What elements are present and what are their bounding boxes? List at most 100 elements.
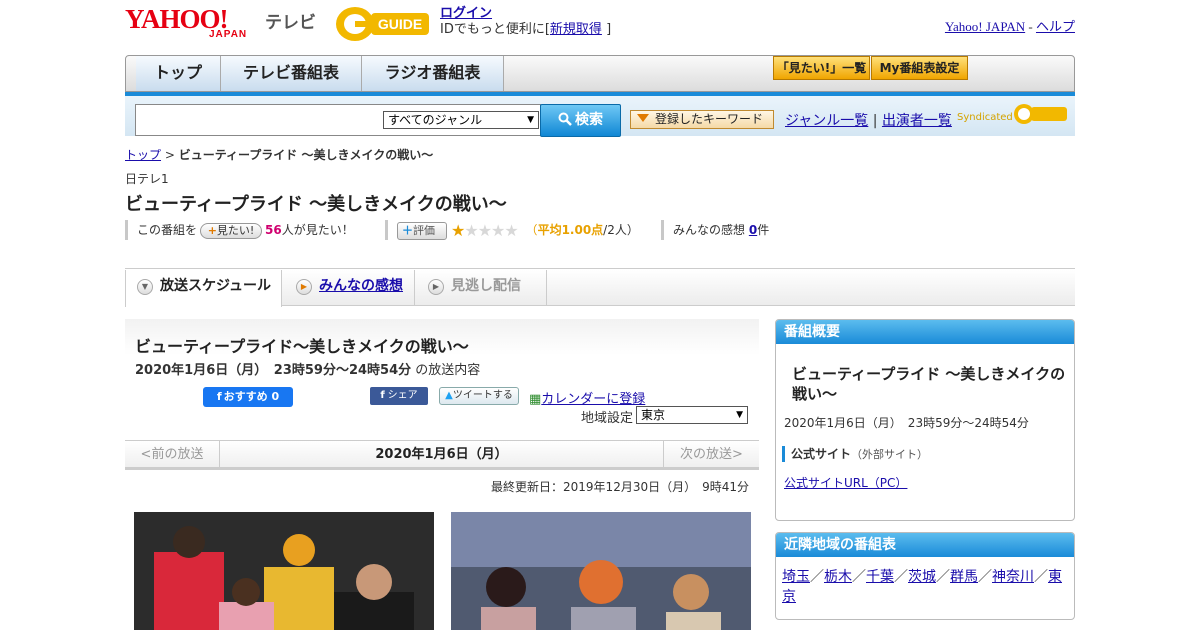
search-button[interactable]: 検索	[540, 104, 621, 137]
program-tabs: ▼ 放送スケジュール ▶ みんなの感想 ▶ 見逃し配信	[125, 270, 1075, 307]
broadcast-date-line: 2020年1月6日（月） 23時59分～24時54分 の放送内容	[135, 359, 480, 378]
tab-kansou[interactable]: ▶ みんなの感想	[285, 270, 415, 306]
rate-button-label: 評価	[413, 223, 435, 237]
mitai-button[interactable]: +見たい!	[200, 222, 263, 239]
photo-scene	[134, 512, 434, 630]
region-separator: ／	[894, 569, 908, 585]
nearby-heading: 近隣地域の番組表	[776, 533, 1074, 557]
region-separator: ／	[1034, 569, 1048, 585]
tab-schedule-label: 放送スケジュール	[160, 278, 272, 294]
twitter-bird-icon: ▲	[445, 390, 453, 401]
broadcast-date-suffix: の放送内容	[415, 363, 481, 378]
divider	[125, 268, 1075, 269]
rating-segment: ＋評価 ★★★★★ （平均1.00点/2人）	[385, 220, 639, 240]
region-label: 地域設定	[581, 411, 634, 426]
syndicated-badge: Syndicated	[957, 102, 1069, 128]
my-schedule-button[interactable]: My番組表設定	[871, 56, 968, 80]
chevron-down-icon: ▼	[137, 279, 153, 295]
search-links-separator: |	[872, 113, 878, 129]
prev-broadcast-button[interactable]: <前の放送	[125, 441, 220, 468]
genre-list-link[interactable]: ジャンル一覧	[785, 113, 868, 129]
photo-scene	[451, 512, 751, 630]
rating-suffix: /2人）	[603, 223, 639, 237]
facebook-recommend-label: おすすめ 0	[223, 390, 280, 403]
tab-schedule[interactable]: ▼ 放送スケジュール	[125, 270, 282, 307]
next-broadcast-button[interactable]: 次の放送>	[663, 441, 759, 468]
search-icon	[558, 112, 572, 126]
official-site-link[interactable]: 公式サイトURL（PC）	[784, 474, 907, 491]
chevron-down-icon: ▼	[736, 410, 743, 420]
facebook-recommend-button[interactable]: f おすすめ 0	[203, 387, 293, 407]
svg-text:GUIDE: GUIDE	[378, 16, 422, 32]
search-button-label: 検索	[575, 112, 603, 128]
overview-panel: 番組概要 ビューティープライド ～美しきメイクの戦い～ 2020年1月6日（月）…	[775, 319, 1075, 521]
kansou-suffix: 件	[757, 223, 770, 237]
gguide-small-logo	[1014, 104, 1067, 124]
nav-tab-top[interactable]: トップ	[136, 56, 221, 91]
facebook-icon: f	[216, 390, 222, 403]
date-navigation: <前の放送 2020年1月6日（月） 次の放送>	[125, 440, 759, 470]
genre-select-value: すべてのジャンル	[388, 113, 483, 127]
mitai-suffix: 人が見たい！	[281, 223, 354, 237]
region-link-ibaraki[interactable]: 茨城	[908, 569, 936, 585]
plus-icon: +	[207, 223, 217, 237]
region-select[interactable]: 東京 ▼	[636, 406, 748, 424]
region-separator: ／	[852, 569, 866, 585]
chevron-right-icon: ▶	[428, 279, 444, 295]
register-link[interactable]: 新規取得	[550, 22, 602, 37]
overview-heading: 番組概要	[776, 320, 1074, 344]
login-prompt: IDでもっと便利に[	[440, 22, 550, 37]
facebook-share-button[interactable]: f シェア	[370, 387, 428, 405]
mitai-list-button[interactable]: 「見たい!」一覧	[773, 56, 870, 80]
region-link-kanagawa[interactable]: 神奈川	[992, 569, 1034, 585]
region-link-chiba[interactable]: 千葉	[866, 569, 894, 585]
overview-title: ビューティープライド ～美しきメイクの戦い～	[792, 365, 1066, 403]
tweet-button-label: ツイートする	[452, 390, 513, 401]
calendar-register: ▦カレンダーに登録	[529, 388, 645, 407]
calendar-icon: ▦	[529, 392, 542, 407]
performer-list-link[interactable]: 出演者一覧	[882, 113, 952, 129]
region-separator: ／	[936, 569, 950, 585]
region-separator: ／	[978, 569, 992, 585]
header: YAHOO! JAPAN テレビ GUIDE ログイン IDでもっと便利に[新規…	[125, 0, 1075, 50]
chevron-down-icon: ▼	[527, 115, 534, 125]
star-empty-icon: ★	[504, 220, 518, 240]
page-title: ビューティープライド ～美しきメイクの戦い～	[125, 194, 507, 215]
nav-tab-radio[interactable]: ラジオ番組表	[362, 56, 504, 91]
triangle-down-icon	[637, 114, 649, 122]
kansou-segment: みんなの感想 0件	[661, 220, 769, 240]
region-link-saitama[interactable]: 埼玉	[782, 569, 810, 585]
help-link[interactable]: ヘルプ	[1036, 19, 1075, 34]
plus-icon: ＋	[402, 223, 413, 237]
broadcast-header: ビューティープライド～美しきメイクの戦い～ 2020年1月6日（月） 23時59…	[125, 319, 759, 439]
top-links-separator: -	[1025, 19, 1036, 34]
nearby-region-list: 埼玉／栃木／千葉／茨城／群馬／神奈川／東京	[782, 567, 1072, 607]
tv-label[interactable]: テレビ	[265, 8, 316, 33]
genre-select[interactable]: すべてのジャンル ▼	[383, 111, 539, 129]
calendar-register-link[interactable]: カレンダーに登録	[541, 392, 645, 407]
tab-kansou-label[interactable]: みんなの感想	[319, 278, 403, 294]
kansou-count-link[interactable]: 0	[749, 223, 757, 237]
nav-tab-tv[interactable]: テレビ番組表	[221, 56, 362, 91]
rating-average: 平均1.00点	[537, 223, 604, 237]
program-photo[interactable]	[451, 512, 751, 630]
login-link[interactable]: ログイン	[440, 6, 492, 21]
tab-minogashi[interactable]: ▶ 見逃し配信	[417, 270, 547, 306]
yahoo-japan-link[interactable]: Yahoo! JAPAN	[945, 19, 1025, 34]
rate-button[interactable]: ＋評価	[397, 221, 447, 240]
program-photo[interactable]	[134, 512, 434, 630]
search-bar: すべてのジャンル ▼ 検索 登録したキーワード ジャンル一覧 | 出演者一覧 S…	[125, 96, 1075, 137]
rating-stars: ★★★★★	[451, 220, 519, 241]
keyword-button-label: 登録したキーワード	[655, 112, 764, 126]
login-prompt-end: ]	[606, 22, 612, 37]
gguide-logo[interactable]: GUIDE	[335, 5, 433, 43]
breadcrumb-top[interactable]: トップ	[125, 148, 161, 162]
region-link-gunma[interactable]: 群馬	[950, 569, 978, 585]
japan-logo-text: JAPAN	[209, 29, 248, 40]
keyword-button[interactable]: 登録したキーワード	[630, 110, 774, 129]
tweet-button[interactable]: ▲ツイートする	[439, 387, 519, 405]
official-site-heading: 公式サイト（外部サイト）	[782, 446, 928, 462]
breadcrumb: トップ > ビューティープライド ～美しきメイクの戦い～	[125, 146, 433, 163]
region-link-tochigi[interactable]: 栃木	[824, 569, 852, 585]
kono-bangumi-label: この番組を	[137, 223, 198, 237]
